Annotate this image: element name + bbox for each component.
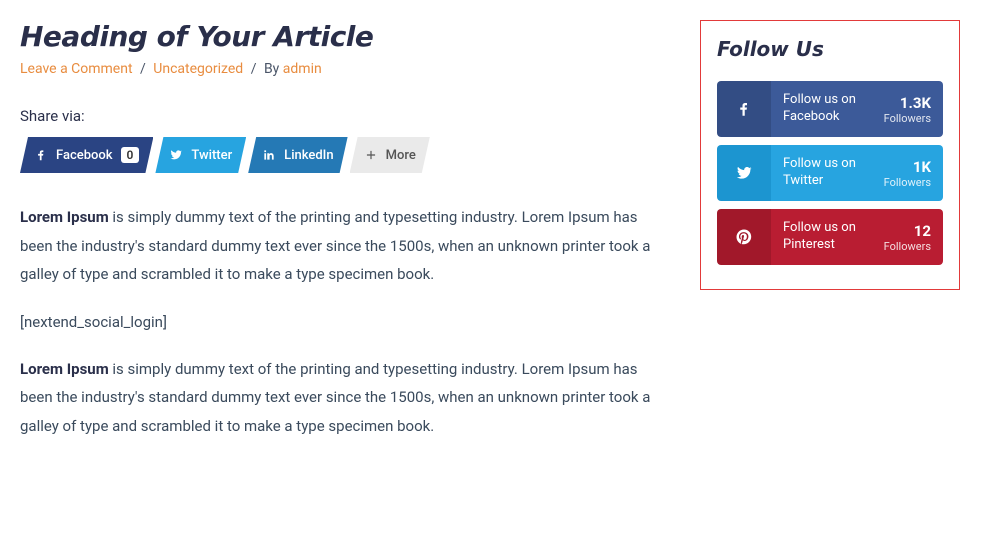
twitter-icon	[165, 148, 191, 162]
share-more-button[interactable]: More	[350, 137, 430, 173]
paragraph-text: is simply dummy text of the printing and…	[20, 208, 650, 283]
share-twitter-button[interactable]: Twitter	[155, 137, 246, 173]
follow-content: Follow us on Twitter 1K Followers	[771, 145, 943, 201]
share-via-label: Share via:	[20, 107, 660, 125]
pinterest-icon	[717, 209, 771, 265]
article-meta: Leave a Comment / Uncategorized / By adm…	[20, 61, 660, 77]
linkedin-icon	[258, 148, 284, 162]
shortcode-text: [nextend_social_login]	[20, 313, 660, 331]
follow-label: Followers	[884, 112, 931, 125]
follow-stats: 1.3K Followers	[884, 94, 931, 125]
facebook-icon	[717, 81, 771, 137]
follow-label: Followers	[884, 240, 931, 253]
follow-stats: 1K Followers	[884, 158, 931, 189]
follow-twitter-button[interactable]: Follow us on Twitter 1K Followers	[717, 145, 943, 201]
plus-icon	[360, 148, 386, 162]
follow-text: Follow us on Twitter	[783, 156, 856, 190]
meta-separator: /	[251, 61, 257, 77]
share-twitter-label: Twitter	[191, 148, 232, 163]
follow-count: 1K	[884, 158, 931, 176]
article-title: Heading of Your Article	[20, 20, 660, 53]
share-more-label: More	[386, 148, 416, 163]
follow-stats: 12 Followers	[884, 222, 931, 253]
paragraph-text: is simply dummy text of the printing and…	[20, 360, 650, 435]
share-facebook-button[interactable]: Facebook 0	[20, 137, 153, 173]
paragraph-lead: Lorem Ipsum	[20, 360, 109, 378]
follow-count: 1.3K	[884, 94, 931, 112]
follow-count: 12	[884, 222, 931, 240]
follow-pinterest-button[interactable]: Follow us on Pinterest 12 Followers	[717, 209, 943, 265]
share-buttons-row: Facebook 0 Twitter LinkedIn More	[20, 137, 660, 173]
meta-separator: /	[140, 61, 146, 77]
follow-facebook-button[interactable]: Follow us on Facebook 1.3K Followers	[717, 81, 943, 137]
article-paragraph: Lorem Ipsum is simply dummy text of the …	[20, 203, 660, 289]
follow-label: Followers	[884, 176, 931, 189]
share-linkedin-button[interactable]: LinkedIn	[248, 137, 347, 173]
author-link[interactable]: admin	[283, 61, 322, 77]
category-link[interactable]: Uncategorized	[153, 61, 243, 77]
sidebar-widget: Follow Us Follow us on Facebook 1.3K Fol…	[700, 20, 960, 290]
follow-text: Follow us on Facebook	[783, 92, 856, 126]
by-label: By	[264, 61, 279, 77]
sidebar-title: Follow Us	[717, 37, 943, 61]
leave-comment-link[interactable]: Leave a Comment	[20, 61, 133, 77]
twitter-icon	[717, 145, 771, 201]
share-facebook-count: 0	[121, 147, 140, 163]
share-facebook-label: Facebook	[56, 148, 113, 163]
facebook-icon	[30, 148, 56, 162]
article-paragraph: Lorem Ipsum is simply dummy text of the …	[20, 355, 660, 441]
main-content: Heading of Your Article Leave a Comment …	[20, 20, 660, 464]
share-linkedin-label: LinkedIn	[284, 148, 333, 163]
follow-content: Follow us on Facebook 1.3K Followers	[771, 81, 943, 137]
follow-text: Follow us on Pinterest	[783, 220, 856, 254]
follow-content: Follow us on Pinterest 12 Followers	[771, 209, 943, 265]
paragraph-lead: Lorem Ipsum	[20, 208, 109, 226]
